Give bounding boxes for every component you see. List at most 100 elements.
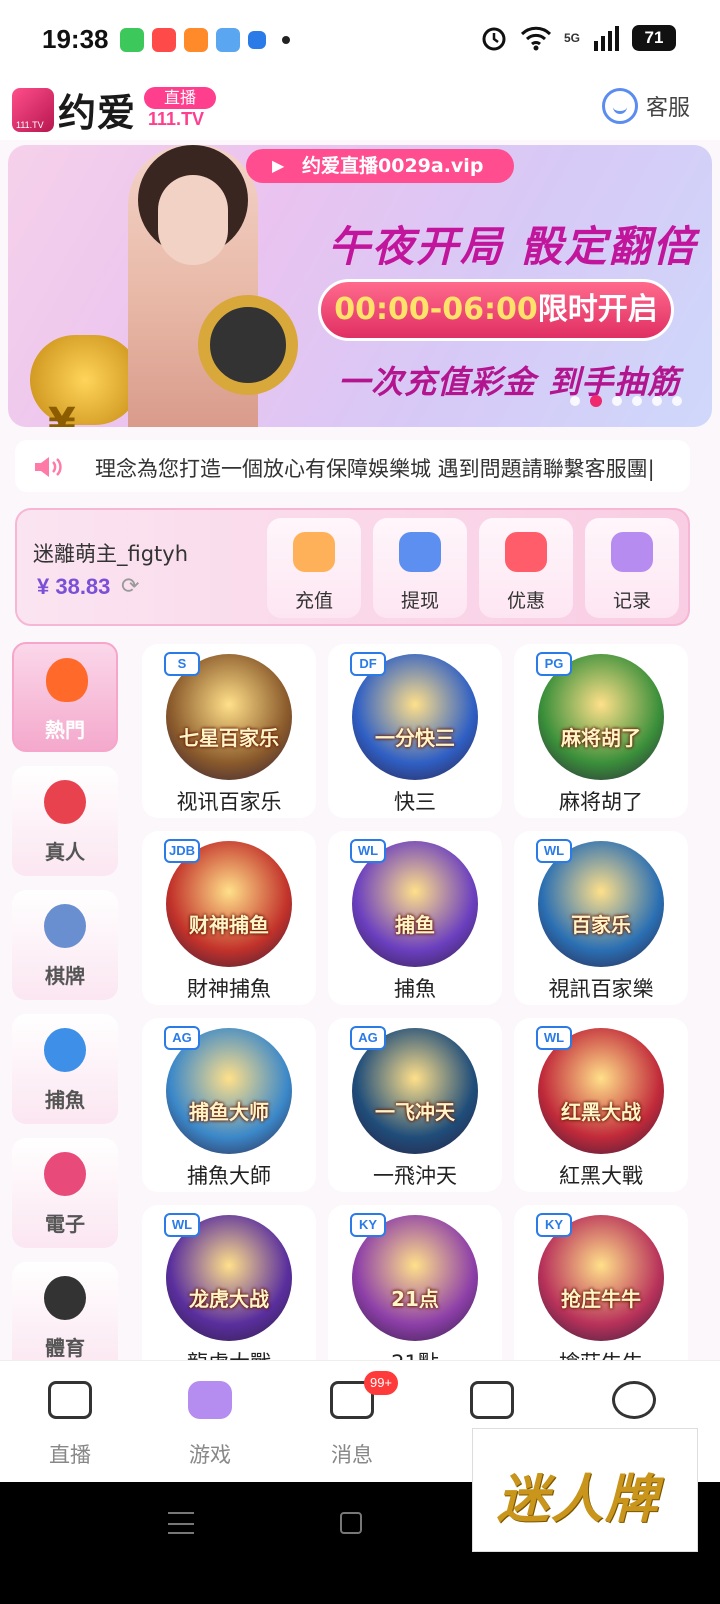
ticket-icon — [505, 532, 547, 572]
game-card[interactable]: 百家乐 WL 視訊百家樂 — [514, 831, 688, 1005]
game-card[interactable]: 捕鱼大师 AG 捕魚大師 — [142, 1018, 316, 1192]
wallet-action-label: 记录 — [612, 590, 651, 612]
sidebar-item-3[interactable]: 捕魚 — [12, 1014, 118, 1124]
provider-badge: KY — [536, 1213, 572, 1237]
sidebar-item-label: 體育 — [45, 1336, 85, 1360]
game-art-text: 一飞冲天 — [375, 1100, 455, 1124]
game-name: 財神捕魚 — [187, 977, 271, 1001]
game-card[interactable]: 一飞冲天 AG 一飛沖天 — [328, 1018, 502, 1192]
game-card[interactable]: 捕鱼 WL 捕魚 — [328, 831, 502, 1005]
signal-icon — [594, 26, 619, 51]
wallet-action-0[interactable]: 充值 — [267, 518, 361, 618]
game-art-text: 抢庄牛牛 — [561, 1287, 641, 1311]
status-bar: 19:38 5G 71 — [0, 0, 720, 80]
banner-site-tag: 约爱直播0029a.vip — [246, 149, 514, 183]
game-card[interactable]: 一分快三 DF 快三 — [328, 644, 502, 818]
provider-badge: WL — [536, 1026, 572, 1050]
game-name: 快三 — [394, 790, 436, 814]
wallet-action-2[interactable]: 优惠 — [479, 518, 573, 618]
wallet-action-3[interactable]: 记录 — [585, 518, 679, 618]
provider-badge: WL — [536, 839, 572, 863]
game-art-text: 21点 — [391, 1287, 439, 1311]
game-name: 視訊百家樂 — [548, 977, 654, 1001]
tab-1[interactable]: 游戏 — [160, 1381, 260, 1469]
alarm-icon — [482, 27, 506, 51]
username: 迷離萌主_figtyh — [33, 542, 189, 566]
wallet-icon — [293, 532, 335, 572]
game-art-text: 捕鱼 — [395, 913, 435, 937]
game-art-text: 龙虎大战 — [189, 1287, 269, 1311]
category-sidebar: 熱門真人棋牌捕魚電子體育 — [12, 642, 120, 1386]
sidebar-item-2[interactable]: 棋牌 — [12, 890, 118, 1000]
flame-icon — [46, 658, 88, 702]
tab-label: 直播 — [49, 1443, 91, 1467]
banner-pagination[interactable] — [570, 395, 682, 407]
sidebar-item-1[interactable]: 真人 — [12, 766, 118, 876]
sidebar-item-label: 捕魚 — [45, 1088, 85, 1112]
wallet-actions: 充值 提现 优惠 记录 — [267, 518, 679, 618]
wallet-action-label: 充值 — [294, 590, 333, 612]
game-card[interactable]: 龙虎大战WL龍虎大戰 — [142, 1205, 316, 1379]
gold-coins-art — [30, 335, 140, 425]
tab-label: 游戏 — [189, 1443, 231, 1467]
sidebar-item-5[interactable]: 體育 — [12, 1262, 118, 1372]
game-name: 一飛沖天 — [373, 1164, 457, 1188]
banner-dot[interactable] — [570, 396, 580, 406]
game-card[interactable]: 红黑大战 WL 紅黑大戰 — [514, 1018, 688, 1192]
banner-time-suffix: 限时开启 — [537, 292, 658, 327]
model-face-art — [158, 175, 228, 265]
sidebar-item-4[interactable]: 電子 — [12, 1138, 118, 1248]
app-header: 111.TV 约爱 直播 111.TV 客服 — [0, 80, 720, 140]
sidebar-item-0[interactable]: 熱門 — [12, 642, 118, 752]
yuan-coin-icon — [399, 532, 441, 572]
game-art-text: 捕鱼大师 — [189, 1100, 269, 1124]
banner-dot[interactable] — [612, 396, 622, 406]
slot-777-icon — [44, 1152, 86, 1196]
provider-badge: AG — [350, 1026, 386, 1050]
wallet-action-1[interactable]: 提现 — [373, 518, 467, 618]
logo-mark-text: 111.TV — [16, 119, 44, 130]
recent-apps-icon[interactable] — [168, 1512, 194, 1534]
provider-badge: S — [164, 652, 200, 676]
sidebar-item-label: 真人 — [45, 840, 85, 864]
wifi-icon — [520, 26, 552, 51]
battery-level: 71 — [632, 25, 676, 51]
provider-badge: PG — [536, 652, 572, 676]
promo-banner[interactable]: ¥ 约爱直播0029a.vip 午夜开局 骰定翻倍 00:00-06:00限时开… — [8, 145, 712, 427]
notification-icons — [120, 28, 290, 52]
game-card[interactable]: 21点KY21點 — [328, 1205, 502, 1379]
game-name: 捕魚 — [394, 977, 436, 1001]
home-icon[interactable] — [340, 1512, 362, 1534]
banner-dot[interactable] — [632, 396, 642, 406]
game-art-text: 红黑大战 — [561, 1100, 641, 1124]
gamepad-icon — [611, 532, 653, 572]
provider-badge: AG — [164, 1026, 200, 1050]
soccer-ball-icon — [44, 1276, 86, 1320]
game-card[interactable]: 抢庄牛牛KY搶莊牛牛 — [514, 1205, 688, 1379]
logo-mark: 111.TV — [12, 87, 54, 132]
banner-dot[interactable] — [590, 395, 602, 407]
banner-dot[interactable] — [652, 396, 662, 406]
casino-chip-icon — [44, 780, 86, 824]
video-camera-icon — [48, 1381, 92, 1419]
notice-marquee: 理念為您打造一個放心有保障娛樂城 遇到問題請聯繫客服團| — [15, 440, 690, 492]
playing-cards-icon — [44, 904, 86, 948]
banner-title: 午夜开局 骰定翻倍 — [328, 222, 697, 271]
pen-app-icon — [248, 31, 266, 49]
tab-2[interactable]: 消息 99+ — [302, 1371, 402, 1469]
game-art-text: 财神捕鱼 — [189, 913, 269, 937]
unread-badge: 99+ — [364, 1371, 398, 1395]
customer-service-button[interactable]: 客服 — [601, 88, 690, 124]
banner-dot[interactable] — [672, 396, 682, 406]
watermark-text: 迷人牌 — [497, 1470, 660, 1530]
provider-badge: WL — [164, 1213, 200, 1237]
game-card[interactable]: 麻将胡了 PG 麻将胡了 — [514, 644, 688, 818]
network-type: 5G — [563, 31, 580, 45]
game-card[interactable]: 财神捕鱼 JDB 財神捕魚 — [142, 831, 316, 1005]
game-art-text: 麻将胡了 — [561, 726, 641, 750]
tab-0[interactable]: 直播 — [20, 1381, 120, 1469]
refresh-icon[interactable]: ⟳ — [121, 574, 139, 599]
game-card[interactable]: 七星百家乐 S 视讯百家乐 — [142, 644, 316, 818]
game-art-text: 一分快三 — [375, 726, 455, 750]
sidebar-item-label: 電子 — [45, 1212, 85, 1236]
